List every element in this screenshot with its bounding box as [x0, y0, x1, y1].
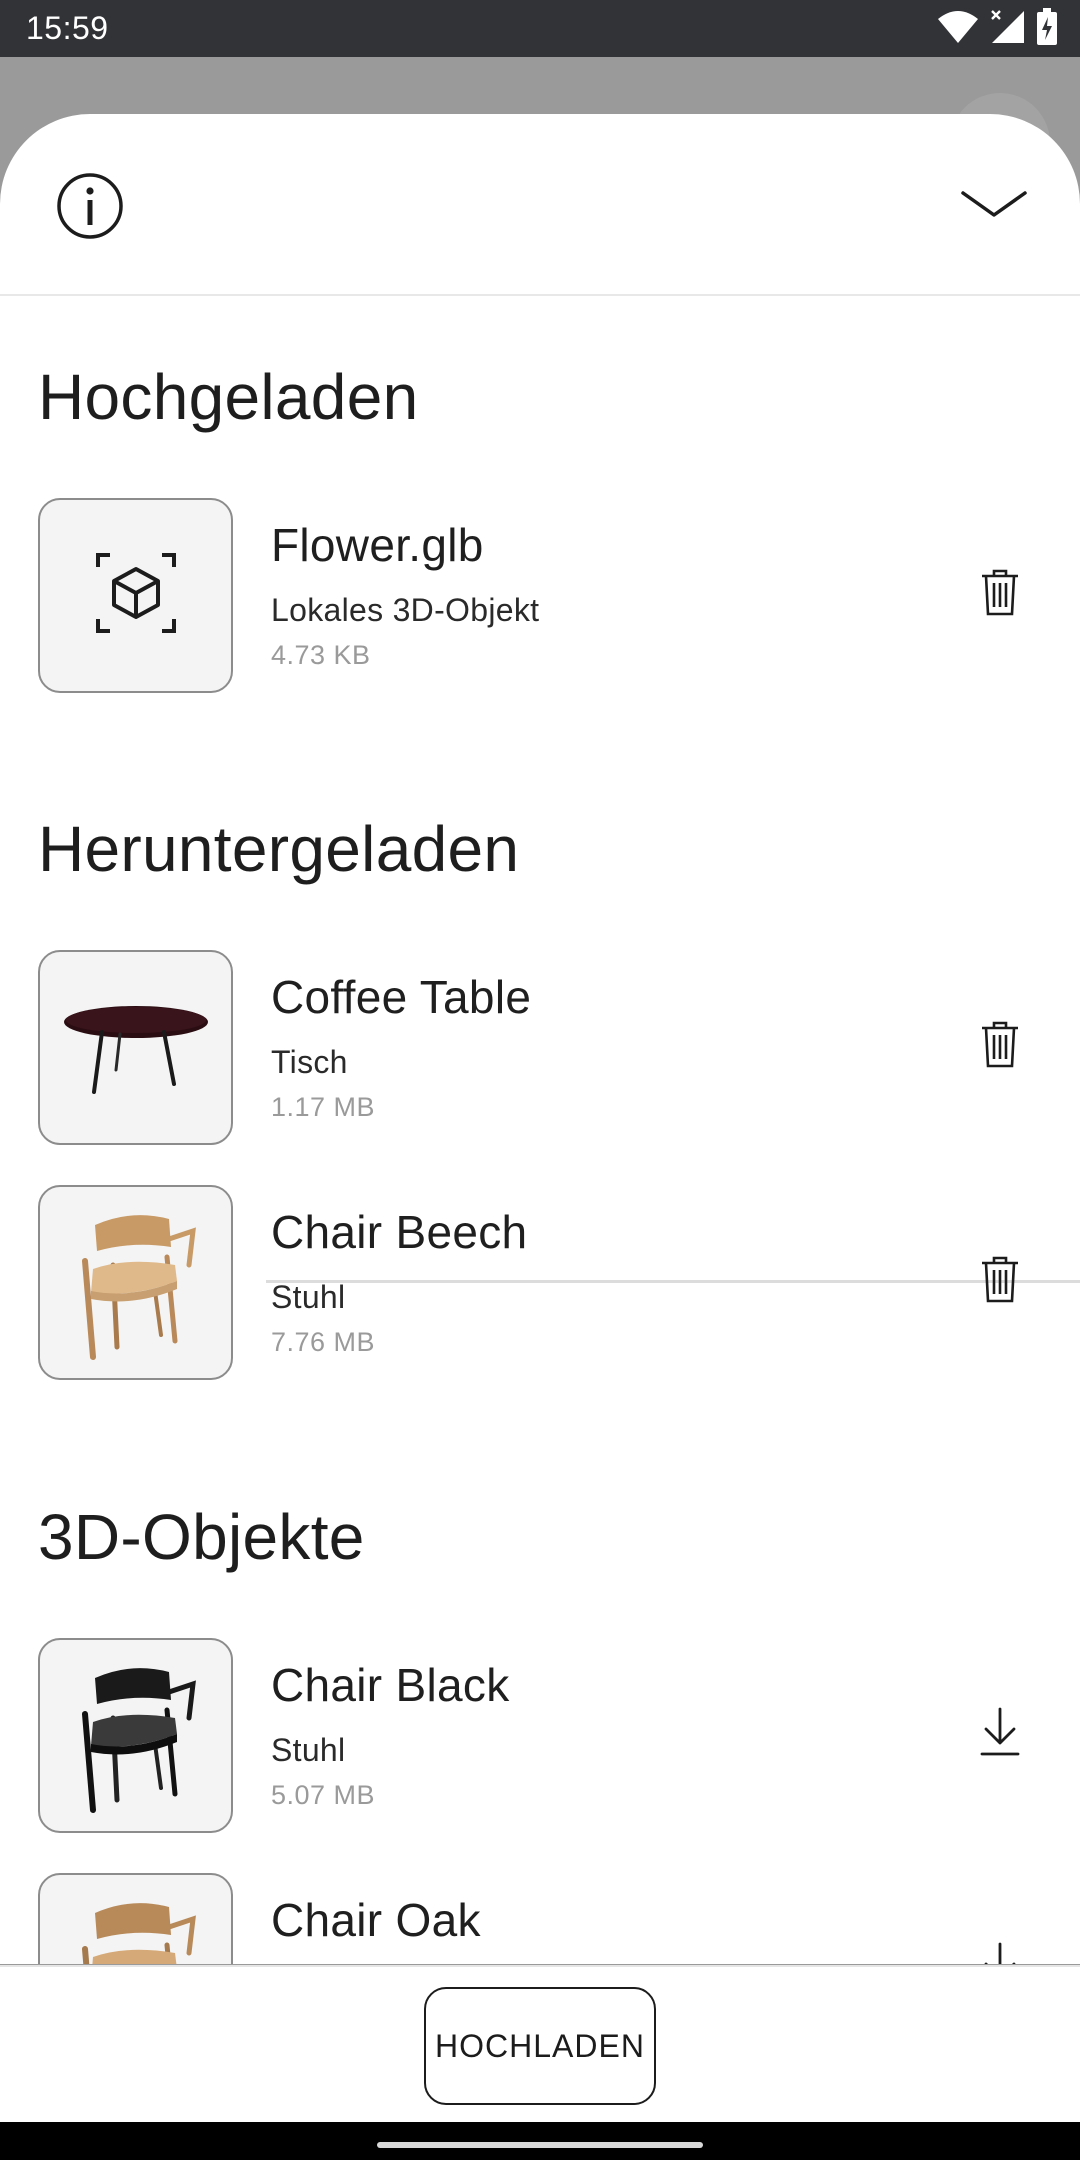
item-thumbnail [38, 1185, 233, 1380]
wifi-icon [936, 9, 980, 50]
section-title-uploaded: Hochgeladen [38, 361, 419, 433]
item-thumbnail [38, 1873, 233, 1964]
item-subtitle: Stuhl [271, 1279, 346, 1315]
delete-button[interactable] [968, 1249, 1032, 1313]
app-root: { "status_bar": { "time": "15:59", "icon… [0, 0, 1080, 2160]
bottom-sheet: Hochgeladen Flower.glb Lokales 3D-Objekt… [0, 114, 1080, 1964]
item-title: Chair Oak [271, 1894, 481, 1946]
info-icon [55, 171, 125, 246]
coffee-table-thumbnail [56, 990, 216, 1105]
item-thumbnail [38, 1638, 233, 1833]
trash-icon [981, 1255, 1019, 1308]
item-size: 7.76 MB [271, 1327, 376, 1357]
sheet-header [0, 114, 1080, 296]
bottom-action-bar: HOCHLADEN [0, 1965, 1080, 2122]
item-size: 4.73 KB [271, 640, 371, 670]
info-button[interactable] [54, 172, 126, 244]
list-item-chair-beech[interactable]: Chair Beech Stuhl 7.76 MB [0, 1185, 1080, 1421]
item-subtitle: Stuhl [271, 1732, 346, 1768]
signal-icon [990, 9, 1026, 50]
item-title: Chair Black [271, 1659, 510, 1711]
home-gesture-handle[interactable] [377, 2142, 703, 2148]
delete-button[interactable] [968, 562, 1032, 626]
trash-icon [981, 1020, 1019, 1073]
list-item-chair-black[interactable]: Chair Black Stuhl 5.07 MB [0, 1638, 1080, 1874]
item-title: Chair Beech [271, 1206, 528, 1258]
delete-button[interactable] [968, 1014, 1032, 1078]
download-icon [980, 1942, 1020, 1964]
download-button[interactable] [968, 1937, 1032, 1964]
item-title: Flower.glb [271, 519, 484, 571]
list-item-flower[interactable]: Flower.glb Lokales 3D-Objekt 4.73 KB [0, 498, 1080, 734]
section-title-downloaded: Heruntergeladen [38, 813, 520, 885]
chair-beech-thumbnail [71, 1195, 201, 1370]
item-size: 5.07 MB [271, 1780, 376, 1810]
download-icon [980, 1707, 1020, 1762]
3d-object-placeholder-icon [94, 551, 178, 640]
sheet-content[interactable]: Hochgeladen Flower.glb Lokales 3D-Objekt… [0, 298, 1080, 1964]
item-subtitle: Tisch [271, 1044, 348, 1080]
item-thumbnail [38, 498, 233, 693]
system-icons [936, 7, 1058, 51]
trash-icon [981, 568, 1019, 621]
system-navigation-bar [0, 2122, 1080, 2160]
chevron-down-icon [960, 187, 1028, 226]
section-title-3d-objects: 3D-Objekte [38, 1501, 365, 1573]
status-bar: 15:59 [0, 0, 1080, 57]
chair-oak-thumbnail [71, 1883, 201, 1964]
status-time: 15:59 [26, 10, 109, 46]
item-title: Coffee Table [271, 971, 532, 1023]
battery-icon [1036, 7, 1058, 51]
item-thumbnail [38, 950, 233, 1145]
upload-button[interactable]: HOCHLADEN [424, 1987, 656, 2105]
chair-black-thumbnail [71, 1648, 201, 1823]
list-item-chair-oak[interactable]: Chair Oak [0, 1873, 1080, 1964]
download-button[interactable] [968, 1702, 1032, 1766]
list-item-coffee-table[interactable]: Coffee Table Tisch 1.17 MB [0, 950, 1080, 1186]
item-size: 1.17 MB [271, 1092, 376, 1122]
collapse-sheet-button[interactable] [956, 176, 1032, 236]
item-subtitle: Lokales 3D-Objekt [271, 592, 540, 628]
